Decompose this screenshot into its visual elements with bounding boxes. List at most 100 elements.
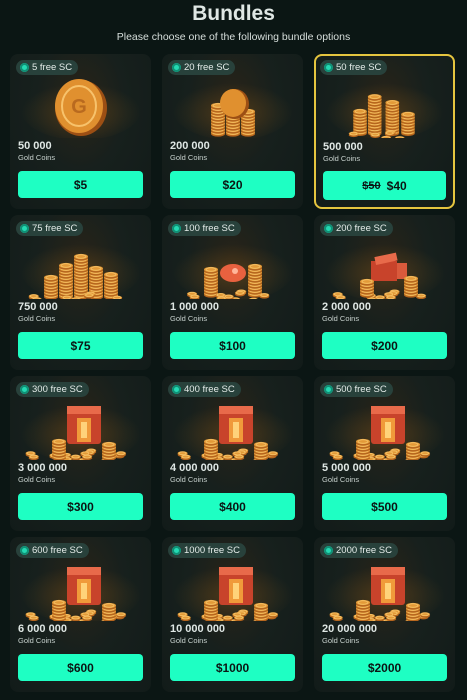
free-sc-badge: 300 free SC — [16, 382, 89, 397]
price-label: $75 — [70, 338, 91, 353]
sweeps-coin-icon — [324, 63, 333, 72]
coin-stack-medium-icon — [316, 74, 453, 138]
sweeps-coin-icon — [172, 224, 181, 233]
gold-coin-unit: Gold Coins — [18, 475, 56, 484]
buy-button[interactable]: $5 — [18, 171, 143, 198]
free-sc-label: 600 free SC — [32, 545, 83, 556]
free-sc-label: 300 free SC — [32, 384, 83, 395]
free-sc-badge: 2000 free SC — [320, 543, 398, 558]
free-sc-label: 2000 free SC — [336, 545, 392, 556]
buy-button[interactable]: $100 — [170, 332, 295, 359]
gold-coin-amount: 3 000 000 — [18, 462, 67, 474]
free-sc-badge: 500 free SC — [320, 382, 393, 397]
free-sc-label: 50 free SC — [336, 62, 382, 73]
buy-button[interactable]: $20 — [170, 171, 295, 198]
sweeps-coin-icon — [324, 385, 333, 394]
free-sc-badge: 1000 free SC — [168, 543, 246, 558]
gold-coin-amount: 500 000 — [323, 141, 363, 153]
sweeps-coin-icon — [20, 546, 29, 555]
buy-button[interactable]: $1000 — [170, 654, 295, 681]
price-label: $40 — [386, 178, 407, 193]
treasure-chest-icon — [10, 557, 151, 621]
svg-text:G: G — [71, 96, 87, 118]
free-sc-label: 200 free SC — [336, 223, 387, 234]
bundle-card: 400 free SC 4 000 000 Gold Coins $400 — [162, 376, 303, 531]
bundle-card: 100 free SC 1 000 000 Gold Coins $100 — [162, 215, 303, 370]
treasure-chest-icon — [314, 396, 455, 460]
treasure-chest-icon — [314, 557, 455, 621]
free-sc-badge: 600 free SC — [16, 543, 89, 558]
gold-coin-unit: Gold Coins — [170, 475, 208, 484]
gold-coin-unit: Gold Coins — [322, 475, 360, 484]
free-sc-badge: 20 free SC — [168, 60, 236, 75]
bundle-card: 5 free SC G 50 000 Gold Coins $5 — [10, 54, 151, 209]
gold-coin-amount: 1 000 000 — [170, 301, 219, 313]
gold-coin-amount: 2 000 000 — [322, 301, 371, 313]
buy-button[interactable]: $600 — [18, 654, 143, 681]
price-label: $400 — [219, 499, 246, 514]
gold-coin-amount: 750 000 — [18, 301, 58, 313]
buy-button[interactable]: $200 — [322, 332, 447, 359]
free-sc-label: 5 free SC — [32, 62, 73, 73]
price-label: $5 — [73, 177, 88, 192]
free-sc-badge: 200 free SC — [320, 221, 393, 236]
free-sc-label: 75 free SC — [32, 223, 78, 234]
price-label: $500 — [371, 499, 398, 514]
free-sc-badge: 50 free SC — [320, 60, 388, 75]
gold-coin-unit: Gold Coins — [170, 636, 208, 645]
price-label: $200 — [371, 338, 398, 353]
single-gold-coin-icon: G — [10, 74, 151, 138]
free-sc-badge: 75 free SC — [16, 221, 84, 236]
buy-button[interactable]: $75 — [18, 332, 143, 359]
bundle-card: 500 free SC 5 000 000 Gold Coins $500 — [314, 376, 455, 531]
free-sc-label: 20 free SC — [184, 62, 230, 73]
gold-coin-unit: Gold Coins — [322, 314, 360, 323]
free-sc-badge: 100 free SC — [168, 221, 241, 236]
gold-coin-amount: 6 000 000 — [18, 623, 67, 635]
buy-button[interactable]: $400 — [170, 493, 295, 520]
bundle-card: 300 free SC 3 000 000 Gold Coins $300 — [10, 376, 151, 531]
sweeps-coin-icon — [20, 224, 29, 233]
price-label: $300 — [67, 499, 94, 514]
price-label: $2000 — [367, 660, 402, 675]
treasure-chest-icon — [162, 557, 303, 621]
price-label: $1000 — [215, 660, 250, 675]
gold-coin-amount: 5 000 000 — [322, 462, 371, 474]
coin-pile-with-chest-icon — [314, 235, 455, 299]
gold-coin-unit: Gold Coins — [323, 154, 361, 163]
buy-button[interactable]: $2000 — [322, 654, 447, 681]
gold-coin-amount: 200 000 — [170, 140, 210, 152]
buy-button[interactable]: $500 — [322, 493, 447, 520]
gold-coin-unit: Gold Coins — [170, 314, 208, 323]
free-sc-badge: 400 free SC — [168, 382, 241, 397]
page-title: Bundles — [192, 2, 275, 25]
price-label: $20 — [222, 177, 243, 192]
free-sc-label: 500 free SC — [336, 384, 387, 395]
bundle-card: 600 free SC 6 000 000 Gold Coins $600 — [10, 537, 151, 692]
bundle-grid: 5 free SC G 50 000 Gold Coins $5 20 free… — [10, 54, 455, 692]
bundle-card: 2000 free SC 20 000 000 Gold Coins $2000 — [314, 537, 455, 692]
gold-coin-amount: 50 000 — [18, 140, 52, 152]
coin-stack-small-icon — [162, 74, 303, 138]
gold-coin-unit: Gold Coins — [18, 314, 56, 323]
bundle-card: 200 free SC 2 000 000 Gold Coins $200 — [314, 215, 455, 370]
gold-coin-amount: 10 000 000 — [170, 623, 226, 635]
sweeps-coin-icon — [20, 385, 29, 394]
price-label: $100 — [219, 338, 246, 353]
gold-coin-amount: 4 000 000 — [170, 462, 219, 474]
page-subtitle: Please choose one of the following bundl… — [116, 31, 351, 43]
free-sc-label: 1000 free SC — [184, 545, 240, 556]
sweeps-coin-icon — [172, 385, 181, 394]
gold-coin-unit: Gold Coins — [322, 636, 360, 645]
gold-coin-unit: Gold Coins — [18, 153, 56, 162]
gold-coin-unit: Gold Coins — [170, 153, 208, 162]
free-sc-label: 400 free SC — [184, 384, 235, 395]
buy-button[interactable]: $300 — [18, 493, 143, 520]
bundle-card: 75 free SC 750 000 Gold Coins $75 — [10, 215, 151, 370]
bundle-card: 50 free SC 500 000 Gold Coins $50 $40 — [314, 54, 455, 209]
bundle-card: 20 free SC 200 000 Gold Coins $20 — [162, 54, 303, 209]
original-price: $50 — [362, 179, 381, 192]
buy-button[interactable]: $50 $40 — [323, 171, 446, 200]
coin-pile-large-icon — [10, 235, 151, 299]
sweeps-coin-icon — [172, 63, 181, 72]
